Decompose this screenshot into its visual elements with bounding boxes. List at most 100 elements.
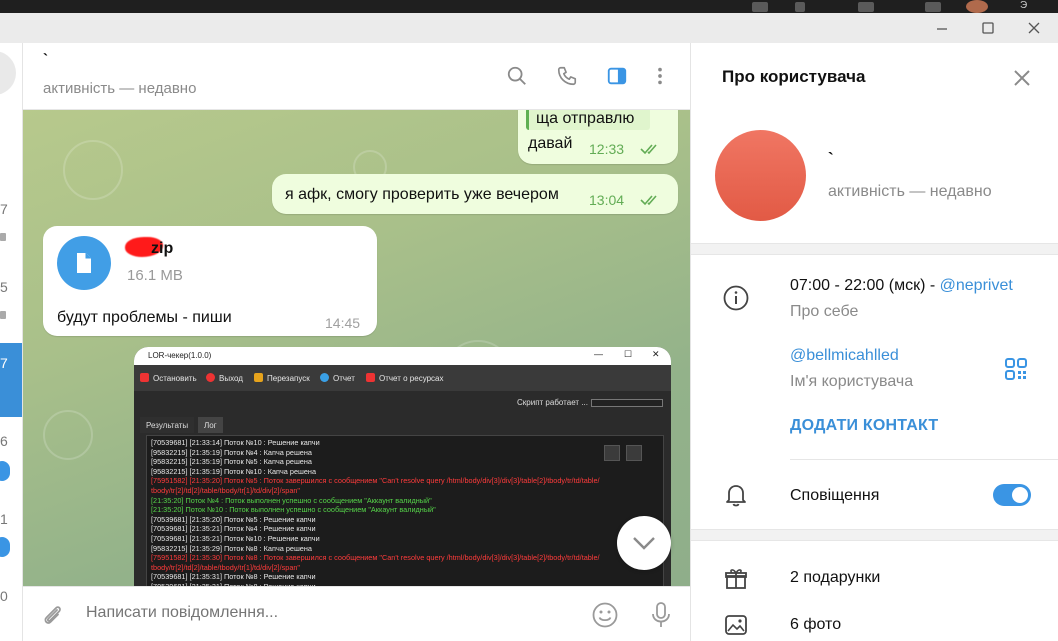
image-title-text: LOR-чекер(1.0.0) [148, 351, 212, 360]
search-icon [604, 445, 620, 461]
chat-list-date: 1 [0, 511, 8, 527]
gifts-item[interactable]: 2 подарунки [790, 569, 880, 587]
log-line: [21:35:20] Поток №10 : Поток выполнен ус… [151, 505, 436, 515]
call-button[interactable] [554, 63, 580, 89]
panel-title: Про користувача [722, 67, 866, 86]
restart-icon [254, 373, 263, 382]
message-text: будут проблемы - пиши [57, 309, 232, 326]
phone-icon [557, 66, 577, 86]
taskbar-icon[interactable] [752, 2, 768, 12]
message-outgoing[interactable]: ща отправлю давай 12:33 [518, 110, 678, 164]
chat-list-strip: 7 5 7 6 1 0 [0, 43, 23, 641]
log-line: [70539681] [21:33:14] Поток №10 : Решени… [151, 438, 320, 447]
taskbar-icon[interactable] [925, 2, 941, 12]
log-line: [95832215] [21:35:29] Поток №8 : Капча р… [151, 543, 312, 553]
stop-icon [140, 373, 149, 382]
log-line: [75951582] [21:35:20] Поток №5 : Поток з… [151, 476, 600, 486]
scroll-to-bottom-button[interactable] [617, 516, 671, 570]
qr-code-icon[interactable] [1004, 357, 1028, 381]
avatar[interactable] [0, 51, 16, 95]
file-name[interactable]: zip [151, 240, 173, 258]
taskbar-icon[interactable] [795, 2, 805, 12]
user-info-panel: Про користувача ` активність — недавно 0… [690, 43, 1058, 641]
minimize-icon [937, 28, 947, 30]
add-contact-button[interactable]: ДОДАТИ КОНТАКТ [790, 417, 938, 435]
profile-status: активність — недавно [828, 183, 992, 200]
message-outgoing[interactable]: я афк, смогу проверить уже вечером 13:04 [272, 174, 678, 214]
message-incoming-file[interactable]: zip 16.1 MB будут проблемы - пиши 14:45 [43, 226, 377, 336]
image-status-text: Скрипт работает ... [517, 398, 588, 407]
window-titlebar [0, 13, 1058, 43]
chat-list-date: 7 [0, 201, 8, 217]
more-vertical-icon [658, 67, 662, 85]
chat-status: активність — недавно [43, 80, 197, 97]
wallpaper-doodle [43, 410, 93, 460]
taskbar-avatar[interactable] [966, 0, 988, 13]
info-icon [723, 285, 749, 311]
message-input[interactable] [86, 604, 566, 622]
voice-message-button[interactable] [646, 600, 676, 630]
log-line: [70539681] [21:35:21] Поток №4 : Решение… [151, 524, 316, 534]
report-icon [366, 373, 375, 382]
notifications-toggle[interactable] [993, 484, 1031, 506]
bio-link[interactable]: @neprivet [940, 277, 1013, 294]
file-size: 16.1 MB [127, 267, 183, 284]
chat-list-item-selected[interactable]: 7 [0, 343, 22, 417]
avatar[interactable] [715, 130, 806, 221]
emoji-button[interactable] [590, 600, 620, 630]
log-line: [70539681] [21:35:31] Поток №8 : Решение… [151, 572, 316, 582]
image-toolbar-item: Выход [206, 373, 243, 383]
read-ticks-icon [640, 144, 657, 155]
maximize-button[interactable] [965, 13, 1011, 43]
chat-list-date: 5 [0, 279, 8, 295]
log-line: tbody/tr[2]/td[2]/table/tbody/tr[1]/td/d… [151, 485, 301, 495]
notifications-label: Сповіщення [790, 487, 880, 504]
search-icon [507, 66, 526, 85]
message-composer [23, 586, 690, 641]
bio-text: 07:00 - 22:00 (мск) - @neprivet [790, 277, 1013, 294]
paperclip-icon [44, 606, 61, 624]
taskbar-icon[interactable] [858, 2, 874, 12]
gift-icon [723, 566, 749, 592]
taskbar-text: Э [1020, 0, 1028, 11]
image-toolbar: Остановить Выход Перезапуск Отчет Отчет … [134, 365, 671, 391]
image-progress-bar [591, 399, 663, 407]
attach-button[interactable] [37, 600, 67, 630]
log-line: [21:35:20] Поток №4 : Поток выполнен усп… [151, 495, 432, 505]
image-toolbar-item: Перезапуск [254, 373, 310, 383]
message-image[interactable]: LOR-чекер(1.0.0) — ☐ ✕ Остановить Выход … [134, 347, 671, 586]
photos-item[interactable]: 6 фото [790, 616, 841, 634]
close-panel-button[interactable] [1009, 65, 1035, 91]
search-button[interactable] [504, 63, 530, 89]
image-tab: Лог [198, 417, 223, 433]
emoji-icon [592, 602, 618, 628]
message-time: 14:45 [325, 315, 361, 331]
power-icon [206, 373, 215, 382]
file-download-button[interactable] [57, 236, 111, 290]
minimize-button[interactable] [919, 13, 965, 43]
chat-list-date: 7 [0, 355, 8, 371]
os-taskbar: Э [0, 0, 1058, 13]
close-window-button[interactable] [1011, 13, 1057, 43]
log-line: [95832215] [21:35:19] Поток №5 : Капча р… [151, 457, 312, 467]
more-menu-button[interactable] [647, 63, 673, 89]
image-toolbar-item: Отчет о ресурсах [366, 373, 444, 383]
chevron-down-icon [633, 537, 655, 550]
log-line: [70539681] [21:35:20] Поток №5 : Решение… [151, 514, 316, 524]
photo-icon [723, 612, 749, 638]
bell-icon [723, 482, 749, 508]
close-icon [1028, 22, 1040, 34]
chat-title[interactable]: ` [43, 51, 48, 68]
read-ticks-icon [640, 195, 657, 206]
message-list[interactable]: ща отправлю давай 12:33 я афк, смогу про… [23, 110, 690, 586]
profile-name: ` [828, 149, 834, 168]
username-link[interactable]: @bellmicahlled [790, 347, 899, 365]
message-time: 13:04 [589, 192, 625, 208]
bio-label: Про себе [790, 303, 859, 320]
message-text: давай [528, 135, 573, 152]
pin-icon [0, 233, 6, 241]
chart-icon [320, 373, 329, 382]
maximize-icon [982, 22, 994, 34]
message-time: 12:33 [589, 141, 625, 157]
toggle-info-panel-button[interactable] [604, 63, 630, 89]
